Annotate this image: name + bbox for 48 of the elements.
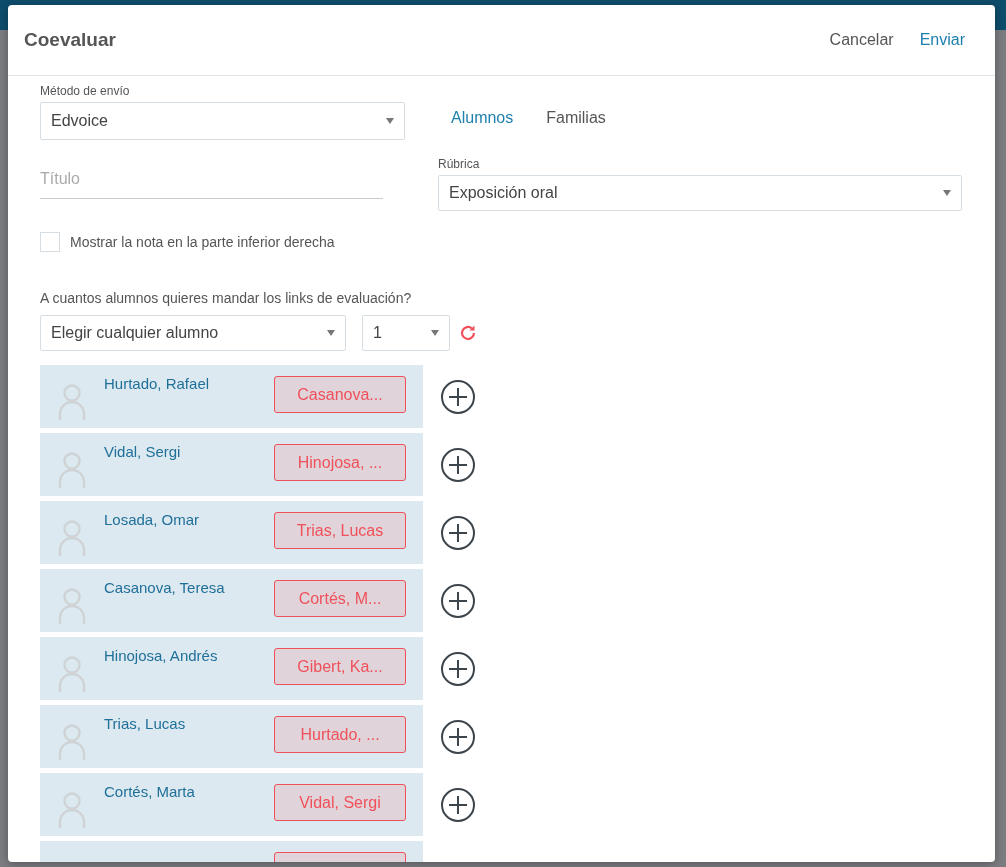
tab[interactable]: Alumnos: [451, 109, 514, 127]
assigned-student-tag[interactable]: Casanova...: [274, 376, 406, 413]
question-text: A cuantos alumnos quieres mandar los links de evaluación?: [40, 290, 413, 306]
person-icon: [58, 655, 86, 693]
field-label: Rúbrica: [438, 157, 481, 171]
add-icon[interactable]: [440, 718, 476, 755]
dialog-title: Coevaluar: [24, 29, 116, 51]
person-icon: [58, 587, 86, 625]
assigned-student-tag[interactable]: Gibert, Ka...: [274, 648, 406, 685]
send-method-select[interactable]: Edvoice: [40, 102, 405, 140]
assigned-student-tag[interactable]: Cortés, M...: [274, 580, 406, 617]
student-name: Losada, Omar: [104, 511, 201, 528]
add-icon[interactable]: [440, 446, 476, 483]
student-name: Trias, Lucas: [104, 715, 187, 732]
student-name: Cortés, Marta: [104, 783, 196, 800]
cancel-button[interactable]: Cancelar: [829, 31, 894, 49]
add-icon[interactable]: [440, 514, 476, 551]
caret-icon: [943, 190, 951, 196]
person-icon: [58, 383, 86, 421]
count-select[interactable]: 1: [362, 315, 450, 351]
title-input-field[interactable]: Título: [40, 170, 383, 199]
tab[interactable]: Familias: [546, 109, 606, 127]
add-icon[interactable]: [440, 786, 476, 823]
student-name: Hurtado, Rafael: [104, 375, 211, 392]
person-icon: [58, 791, 86, 829]
caret-icon: [327, 330, 335, 336]
assigned-student-tag[interactable]: Trias, Lucas: [274, 512, 406, 549]
assigned-student-tag[interactable]: Hurtado, ...: [274, 716, 406, 753]
add-icon[interactable]: [440, 378, 476, 415]
person-icon: [58, 451, 86, 489]
rubric-select[interactable]: Exposición oral: [438, 175, 962, 211]
assigned-student-tag[interactable]: Vidal, Sergi: [274, 784, 406, 821]
student-name: Vidal, Sergi: [104, 443, 182, 460]
student-name: Hinojosa, Andrés: [104, 647, 219, 664]
field-label: Método de envío: [40, 84, 131, 98]
send-button[interactable]: Enviar: [919, 31, 965, 49]
checkbox[interactable]: [40, 232, 60, 252]
assigned-student-tag[interactable]: Hinojosa, ...: [274, 444, 406, 481]
caret-icon: [431, 330, 439, 336]
caret-icon: [386, 118, 394, 124]
add-icon[interactable]: [440, 650, 476, 687]
person-icon: [58, 519, 86, 557]
refresh-icon[interactable]: [459, 324, 477, 342]
person-icon: [58, 723, 86, 761]
student-name: Casanova, Teresa: [104, 579, 226, 596]
checkbox-label: Mostrar la nota en la parte inferior derecha: [70, 234, 335, 250]
add-icon[interactable]: [440, 582, 476, 619]
student-select[interactable]: Elegir cualquier alumno: [40, 315, 346, 351]
